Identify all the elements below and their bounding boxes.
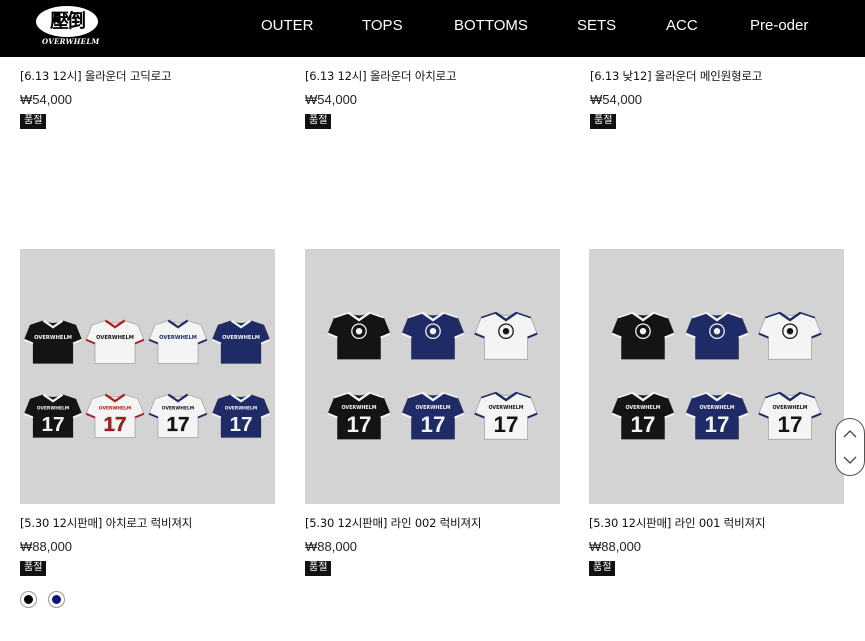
nav-acc[interactable]: ACC: [666, 17, 698, 34]
chevron-up-icon: [843, 430, 857, 438]
nav-sets[interactable]: SETS: [577, 17, 616, 34]
jersey-graphic: [685, 311, 749, 360]
product-name[interactable]: [6.13 12시] 올라운더 아치로고: [305, 68, 561, 84]
site-header: 壓倒 OVERWHELM OUTER TOPS BOTTOMS SETS ACC…: [0, 0, 865, 57]
brand-logo[interactable]: 壓倒 OVERWHELM: [36, 6, 100, 48]
svg-text:OVERWHELM: OVERWHELM: [772, 405, 807, 411]
jersey-graphic: OVERWHELM17: [758, 391, 822, 440]
svg-text:17: 17: [103, 413, 126, 436]
svg-text:17: 17: [631, 412, 656, 437]
jersey-graphic: OVERWHELM 17: [148, 393, 208, 438]
svg-text:OVERWHELM: OVERWHELM: [341, 405, 376, 411]
svg-text:OVERWHELM: OVERWHELM: [159, 335, 197, 341]
logo-wordmark: OVERWHELM: [42, 37, 100, 46]
product-photo: OVERWHELM17OVERWHELM17OVERWHELM17: [327, 311, 538, 440]
jersey-graphic: OVERWHELM17: [401, 391, 465, 440]
product-price: ₩88,000: [589, 539, 642, 554]
jersey-graphic: OVERWHELM17: [611, 391, 675, 440]
soldout-badge: 품절: [589, 561, 616, 576]
svg-text:OVERWHELM: OVERWHELM: [225, 405, 257, 411]
jersey-graphic: OVERWHELM 17: [211, 393, 271, 438]
product-photo: OVERWHELM OVERWHELM OVERWHELM OVERWHELMOVER…: [23, 319, 271, 438]
product-name[interactable]: [6.13 낮12] 올라운더 메인원형로고: [590, 68, 846, 84]
jersey-graphic: [401, 311, 465, 360]
product-name[interactable]: [5.30 12시판매] 라인 001 럭비져지: [589, 515, 845, 531]
svg-text:17: 17: [778, 412, 803, 437]
soldout-badge: 품절: [305, 114, 332, 129]
chevron-down-icon: [843, 456, 857, 464]
svg-text:17: 17: [421, 412, 446, 437]
svg-text:17: 17: [494, 412, 519, 437]
svg-text:OVERWHELM: OVERWHELM: [37, 405, 69, 411]
jersey-graphic: OVERWHELM: [211, 319, 271, 364]
color-swatches: [20, 591, 276, 608]
jersey-graphic: OVERWHELM: [23, 319, 83, 364]
product-name[interactable]: [6.13 12시] 올라운더 고딕로고: [20, 68, 276, 84]
product-price: ₩54,000: [20, 92, 73, 107]
jersey-graphic: OVERWHELM: [85, 319, 145, 364]
product-price: ₩54,000: [305, 92, 358, 107]
nav-outer[interactable]: OUTER: [261, 17, 314, 34]
svg-text:17: 17: [166, 413, 189, 436]
product-image[interactable]: OVERWHELM 17 OVERWHELM 17 OVERWHELM 17: [589, 249, 844, 504]
product-price: ₩88,000: [305, 539, 358, 554]
product-photo: OVERWHELM17OVERWHELM17OVERWHELM17: [611, 311, 822, 440]
product-price: ₩54,000: [590, 92, 643, 107]
product-price: ₩88,000: [20, 539, 73, 554]
nav-tops[interactable]: TOPS: [362, 17, 403, 34]
scroll-down-button[interactable]: [836, 447, 864, 475]
svg-text:OVERWHELM: OVERWHELM: [162, 405, 194, 411]
color-swatch-black[interactable]: [20, 591, 37, 608]
svg-text:OVERWHELM: OVERWHELM: [415, 405, 450, 411]
soldout-badge: 품절: [590, 114, 617, 129]
color-swatch-navy[interactable]: [48, 591, 66, 608]
svg-text:OVERWHELM: OVERWHELM: [488, 405, 523, 411]
soldout-badge: 품절: [20, 114, 47, 129]
soldout-badge: 품절: [305, 561, 332, 576]
scroll-widget: [835, 418, 865, 476]
svg-text:OVERWHELM: OVERWHELM: [222, 335, 260, 341]
jersey-graphic: OVERWHELM17: [327, 391, 391, 440]
jersey-graphic: [758, 311, 822, 360]
svg-text:OVERWHELM: OVERWHELM: [699, 405, 734, 411]
jersey-graphic: OVERWHELM17: [474, 391, 538, 440]
jersey-graphic: [327, 311, 391, 360]
product-image[interactable]: OVERWHELM OVERWHELM OVERWHELM OVERWHELM OVER…: [20, 249, 275, 504]
product-name[interactable]: [5.30 12시판매] 라인 002 럭비져지: [305, 515, 561, 531]
product-name[interactable]: [5.30 12시판매] 아치로고 럭비져지: [20, 515, 276, 531]
svg-text:OVERWHELM: OVERWHELM: [96, 335, 134, 341]
svg-text:17: 17: [705, 412, 730, 437]
jersey-graphic: OVERWHELM: [148, 319, 208, 364]
logo-mark: 壓倒: [49, 10, 86, 32]
nav-bottoms[interactable]: BOTTOMS: [454, 17, 528, 34]
nav-preorder[interactable]: Pre-oder: [750, 17, 808, 34]
jersey-graphic: OVERWHELM17: [685, 391, 749, 440]
product-image[interactable]: OVERWHELM 17 OVERWHELM 17 OVERWHELM 17: [305, 249, 560, 504]
svg-text:OVERWHELM: OVERWHELM: [99, 405, 131, 411]
svg-text:OVERWHELM: OVERWHELM: [625, 405, 660, 411]
jersey-graphic: [611, 311, 675, 360]
scroll-up-button[interactable]: [836, 420, 864, 448]
svg-text:17: 17: [347, 412, 372, 437]
svg-text:OVERWHELM: OVERWHELM: [34, 335, 72, 341]
soldout-badge: 품절: [20, 561, 47, 576]
jersey-graphic: OVERWHELM 17: [85, 393, 145, 438]
jersey-graphic: [474, 311, 538, 360]
svg-text:17: 17: [41, 413, 64, 436]
svg-text:17: 17: [229, 413, 252, 436]
jersey-graphic: OVERWHELM 17: [23, 393, 83, 438]
